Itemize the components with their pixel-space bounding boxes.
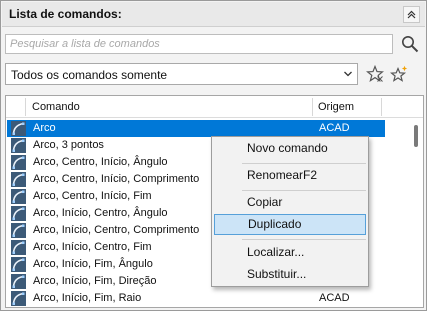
arc-icon [11,223,26,238]
chevron-down-icon [344,71,352,77]
search-button[interactable] [399,33,421,55]
command-name: Arco, Início, Fim, Ângulo [33,258,153,270]
collapse-button[interactable] [403,6,420,23]
search-icon [402,36,419,53]
filter-selected-value: Todos os comandos somente [11,68,168,82]
command-name: Arco, Centro, Início, Comprimento [33,173,200,185]
column-header-command[interactable]: Comando [27,96,80,118]
context-menu: Novo comando RenomearF2 Copiar Duplicado… [211,136,369,287]
search-field[interactable] [5,34,393,54]
list-row[interactable]: Arco, Início, Fim, Raio ACAD [7,290,385,307]
arc-icon [11,189,26,204]
arc-icon [11,121,26,136]
arc-icon [11,206,26,221]
menu-item-new-command[interactable]: Novo comando [214,138,366,159]
command-name: Arco, 3 pontos [33,139,104,151]
column-header-origin[interactable]: Origem [313,96,354,118]
new-star-filter-button[interactable] [389,64,409,84]
menu-separator [242,239,366,240]
command-name: Arco, Início, Centro, Ângulo [33,207,168,219]
arc-icon [11,240,26,255]
column-divider [381,98,382,116]
command-name: Arco, Início, Centro, Fim [33,241,152,253]
star-filter-button[interactable] [365,64,385,84]
menu-item-replace[interactable]: Substituir... [214,264,366,285]
menu-separator [242,163,366,164]
menu-item-rename[interactable]: RenomearF2 [214,165,366,186]
menu-item-copy[interactable]: Copiar [214,192,366,213]
arc-icon [11,274,26,289]
list-row[interactable]: Arco ACAD [7,120,385,137]
menu-item-find[interactable]: Localizar... [214,242,366,263]
command-name: Arco, Início, Fim, Direção [33,275,157,287]
command-name: Arco, Início, Centro, Comprimento [33,224,200,236]
panel-title: Lista de comandos: [9,7,122,21]
command-origin: ACAD [319,292,350,304]
command-origin: ACAD [319,122,350,134]
search-input[interactable] [6,35,392,53]
command-name: Arco, Início, Fim, Raio [33,292,142,304]
arc-icon [11,291,26,306]
scrollbar-thumb[interactable] [414,125,418,147]
menu-item-duplicate[interactable]: Duplicado [214,214,366,235]
command-name: Arco [33,122,56,134]
column-divider [25,98,26,116]
new-star-filter-icon [390,65,408,82]
arc-icon [11,138,26,153]
star-filter-icon [366,65,384,82]
menu-separator [242,190,366,191]
command-filter-select[interactable]: Todos os comandos somente [5,63,358,85]
arc-icon [11,257,26,272]
command-list-panel: Lista de comandos: Todos os comandos som… [0,0,427,311]
arc-icon [11,155,26,170]
command-name: Arco, Centro, Início, Fim [33,190,152,202]
vertical-scrollbar[interactable] [407,119,423,307]
arc-icon [11,172,26,187]
double-chevron-up-icon [407,10,416,19]
command-name: Arco, Centro, Início, Ângulo [33,156,168,168]
panel-header: Lista de comandos: [2,2,425,27]
list-header: Comando Origem [6,96,423,118]
